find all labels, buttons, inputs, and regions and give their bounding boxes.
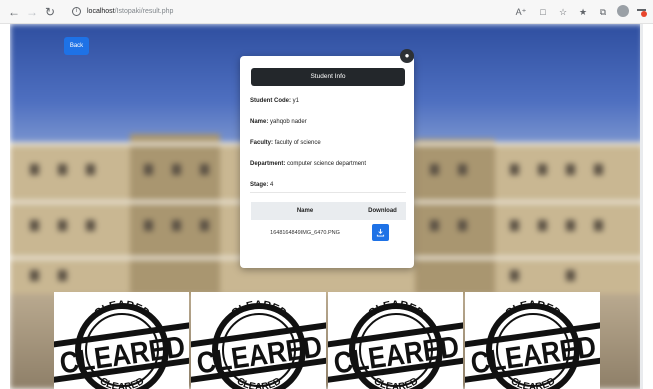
svg-text:CLEARED: CLEARED	[92, 299, 151, 320]
field-value: 4	[270, 182, 274, 188]
cleared-stamp-image[interactable]: CLEARED CLEARED CLEARED	[54, 292, 189, 389]
file-name: 1648164849IMG_6470.PNG	[270, 230, 340, 236]
department-row: Department: computer science department	[250, 161, 366, 167]
stamp-top-text: CLEARED	[229, 299, 288, 320]
student-info-card: Student Info Student Code: y1 Name: yahq…	[240, 56, 414, 268]
student-code-row: Student Code: y1	[250, 98, 299, 104]
scrollbar[interactable]	[640, 24, 643, 389]
reload-icon[interactable]: ↻	[42, 4, 58, 20]
svg-text:CLEARED: CLEARED	[366, 299, 425, 320]
faculty-row: Faculty: faculty of science	[250, 140, 321, 146]
download-button[interactable]	[372, 224, 389, 241]
favorites-icon[interactable]: ★	[576, 5, 590, 19]
download-icon	[376, 228, 385, 237]
cleared-stamp-image[interactable]: CLEARED CLEARED CLEARED	[328, 292, 463, 389]
site-info-icon[interactable]: i	[72, 6, 81, 16]
field-value: y1	[292, 98, 300, 104]
svg-text:CLEARED: CLEARED	[372, 376, 420, 389]
svg-text:CLEARED: CLEARED	[235, 376, 283, 389]
address-bar[interactable]: i localhost/Istopaki/result.php	[72, 5, 492, 19]
table-row: 1648164849IMG_6470.PNG	[251, 222, 406, 244]
page-content: Back Student Info Student Code: y1 Name:…	[10, 24, 643, 389]
stage-row: Stage: 4	[250, 182, 273, 188]
read-aloud-icon[interactable]: A⁺	[514, 5, 528, 19]
cleared-stamp-image[interactable]: CLEARED CLEARED CLEARED	[191, 292, 326, 389]
svg-text:CLEARED: CLEARED	[509, 376, 557, 389]
field-value: yahqob nader	[270, 119, 307, 125]
field-label: Faculty:	[250, 140, 274, 146]
cleared-stamp-image[interactable]: CLEARED CLEARED CLEARED	[465, 292, 600, 389]
column-header-name: Name	[296, 208, 314, 214]
field-value: faculty of science	[274, 140, 321, 146]
stamp-top-text: CLEARED	[503, 299, 562, 320]
stamp-bottom-text: CLEARED	[509, 376, 557, 389]
field-label: Stage:	[250, 182, 269, 188]
field-label: Student Code:	[250, 98, 291, 104]
name-row: Name: yahqob nader	[250, 119, 307, 125]
favorite-star-icon[interactable]: ☆	[556, 5, 570, 19]
menu-icon[interactable]	[637, 6, 647, 17]
stamp-bottom-text: CLEARED	[98, 376, 146, 389]
column-header-download: Download	[368, 208, 397, 214]
stamp-bottom-text: CLEARED	[372, 376, 420, 389]
field-label: Name:	[250, 119, 269, 125]
stamp-gallery: CLEARED CLEARED CLEARED CLEARED CLEARED	[54, 292, 601, 389]
svg-text:CLEARED: CLEARED	[503, 299, 562, 320]
divider	[250, 192, 406, 193]
url-path: /Istopaki/result.php	[114, 8, 174, 15]
svg-text:CLEARED: CLEARED	[229, 299, 288, 320]
browser-toolbar: ← → ↻ i localhost/Istopaki/result.php A⁺ …	[0, 0, 653, 24]
stamp-top-text: CLEARED	[92, 299, 151, 320]
back-button[interactable]: Back	[64, 37, 89, 55]
user-icon[interactable]: ●	[400, 49, 414, 63]
profile-avatar[interactable]	[617, 5, 629, 17]
svg-text:CLEARED: CLEARED	[98, 376, 146, 389]
tab-icon[interactable]: □	[536, 5, 550, 19]
url-host: localhost	[87, 8, 115, 15]
stamp-bottom-text: CLEARED	[235, 376, 283, 389]
collections-icon[interactable]: ⧉	[596, 5, 610, 19]
forward-arrow-icon[interactable]: →	[24, 4, 40, 20]
field-label: Department:	[250, 161, 286, 167]
card-title: Student Info	[251, 68, 405, 86]
back-arrow-icon[interactable]: ←	[6, 4, 22, 20]
stamp-top-text: CLEARED	[366, 299, 425, 320]
field-value: computer science department	[287, 161, 367, 167]
files-table-header: Name Download	[251, 202, 406, 220]
